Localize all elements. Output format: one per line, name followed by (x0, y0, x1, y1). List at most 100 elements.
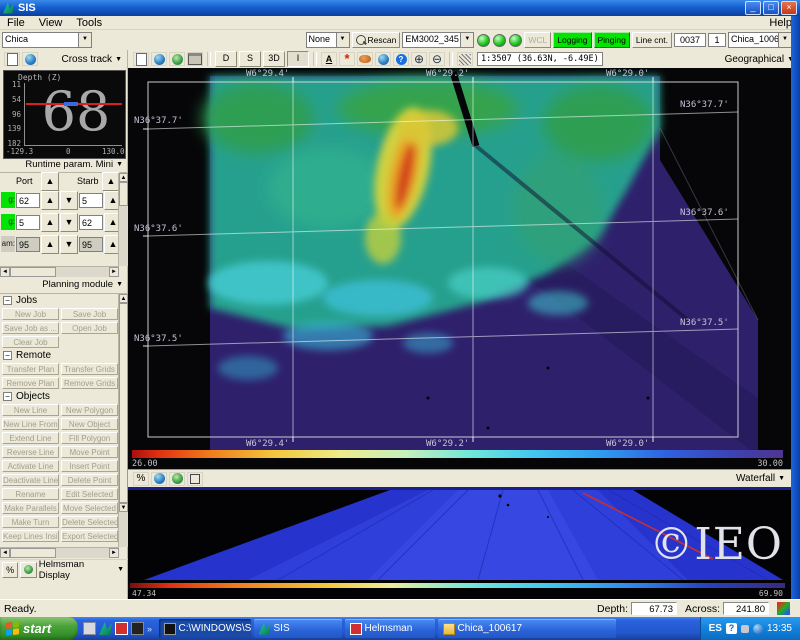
scroll-left-icon[interactable]: ◄ (0, 267, 10, 277)
planning-view-dropdown[interactable]: Planning module (42, 279, 123, 290)
language-indicator[interactable]: ES (709, 623, 722, 634)
transfer-grids-button[interactable]: Transfer Grids (61, 363, 118, 375)
collapse-icon[interactable] (3, 296, 12, 305)
sequence-field[interactable]: 1 (708, 33, 726, 47)
spinner-down-button[interactable] (60, 213, 78, 232)
runtime-horizontal-scrollbar[interactable]: ◄ ► (0, 266, 119, 277)
helmsman-shortcut-icon[interactable] (115, 622, 128, 635)
help-icon[interactable]: ? (393, 52, 409, 66)
rename-button[interactable]: Rename (2, 488, 59, 500)
spinner-up-button[interactable] (41, 172, 59, 191)
collapse-icon[interactable] (3, 351, 12, 360)
line-cnt-button[interactable]: Line cnt. (632, 32, 672, 48)
delete-selected-button[interactable]: Delete Selected (61, 516, 118, 528)
map-view-dropdown[interactable]: Geographical (725, 54, 796, 65)
activate-line-button[interactable]: Activate Line (2, 460, 59, 472)
new-object-button[interactable]: New Object (61, 418, 118, 430)
extend-line-button[interactable]: Extend Line (2, 432, 59, 444)
spinner-up-button[interactable] (41, 191, 59, 210)
starb-value-field[interactable]: 62 (79, 215, 103, 230)
save-job-as-button[interactable]: Save Job as ... (2, 322, 59, 334)
terrain-globe-icon[interactable] (169, 52, 185, 66)
help-tray-icon[interactable]: ? (726, 623, 737, 634)
new-line-button[interactable]: New Line (2, 404, 59, 416)
starb-value-field[interactable]: 95 (79, 237, 103, 252)
remove-plan-button[interactable]: Remove Plan (2, 377, 59, 389)
pu-combo[interactable]: None (306, 32, 350, 48)
helmsman-view-dropdown[interactable]: Helmsman Display (39, 559, 128, 581)
task-cmd-window[interactable]: C:\WINDOWS\Syste... (159, 619, 251, 638)
waterfall-view[interactable]: ©IEO 47.34 69.90 (128, 487, 791, 599)
geographical-map-view[interactable]: W6°29.4' W6°29.2' W6°29.0' W6°29.4' W6°2… (128, 68, 791, 469)
export-selected-button[interactable]: Export Selected (61, 530, 118, 542)
insert-point-button[interactable]: Insert Point (61, 460, 118, 472)
transfer-plan-button[interactable]: Transfer Plan (2, 363, 59, 375)
menu-view[interactable]: View (32, 17, 70, 29)
close-button[interactable]: × (781, 1, 797, 15)
network-tray-icon[interactable] (753, 624, 763, 634)
collapse-icon[interactable] (3, 392, 12, 401)
pinging-button[interactable]: Pinging (594, 32, 630, 48)
cmd-shortcut-icon[interactable] (131, 622, 144, 635)
clear-job-button[interactable]: Clear Job (2, 336, 59, 348)
reverse-line-button[interactable]: Reverse Line (2, 446, 59, 458)
hatch-pattern-icon[interactable] (457, 52, 473, 66)
zoom-in-icon[interactable]: ⊕ (411, 52, 427, 66)
fill-polygon-button[interactable]: Fill Polygon (61, 432, 118, 444)
new-job-button[interactable]: New Job (2, 308, 59, 320)
display-s-button[interactable]: S (239, 51, 261, 67)
sun-icon[interactable]: * (339, 52, 355, 66)
survey-combo[interactable]: Chica (2, 32, 92, 48)
scale-percent-icon[interactable]: % (133, 472, 149, 486)
panel-view-dropdown[interactable]: Cross track (62, 54, 125, 65)
deactivate-line-button[interactable]: Deactivate Line (2, 474, 59, 486)
chevron-down-icon[interactable] (460, 33, 473, 47)
logging-button[interactable]: Logging (553, 32, 591, 48)
scroll-up-icon[interactable] (119, 294, 128, 303)
display-3d-button[interactable]: 3D (263, 51, 285, 67)
status-ball-1-icon[interactable] (477, 34, 490, 47)
scale-position-field[interactable]: 1:3507 (36.63N, -6.49E) (477, 52, 603, 66)
menu-tools[interactable]: Tools (69, 17, 109, 29)
survey-ruler-icon[interactable]: A (321, 52, 337, 66)
sis-shortcut-icon[interactable] (99, 622, 112, 635)
waterfall-view-dropdown[interactable]: Waterfall (736, 473, 787, 484)
new-line-from-button[interactable]: New Line From (2, 418, 59, 430)
status-ball-2-icon[interactable] (493, 34, 506, 47)
wcl-button[interactable]: WCL (524, 32, 551, 48)
earth-icon[interactable] (375, 52, 391, 66)
remote-section-header[interactable]: Remote (0, 349, 128, 362)
display-i-button[interactable]: I (287, 51, 309, 67)
tray-icon[interactable] (741, 625, 749, 633)
new-polygon-button[interactable]: New Polygon (61, 404, 118, 416)
scroll-right-icon[interactable]: ► (109, 267, 119, 277)
maximize-button[interactable]: □ (763, 1, 779, 15)
spinner-down-button[interactable] (60, 235, 78, 254)
remove-grids-button[interactable]: Remove Grids (61, 377, 118, 389)
port-value-field[interactable]: 62 (16, 193, 40, 208)
edit-selected-button[interactable]: Edit Selected (61, 488, 118, 500)
task-chica-folder[interactable]: Chica_100617 (438, 619, 616, 638)
expand-icon[interactable] (187, 472, 203, 486)
move-selected-button[interactable]: Move Selected (61, 502, 118, 514)
globe-icon[interactable] (151, 472, 167, 486)
print-icon[interactable] (187, 52, 203, 66)
delete-point-button[interactable]: Delete Point (61, 474, 118, 486)
globe-icon[interactable] (22, 52, 38, 66)
port-value-field[interactable]: 95 (16, 237, 40, 252)
runtime-view-dropdown[interactable]: Runtime param. Mini (25, 159, 123, 170)
move-point-button[interactable]: Move Point (61, 446, 118, 458)
planning-horizontal-scrollbar[interactable]: ◄ ► (0, 547, 119, 558)
new-page-icon[interactable] (133, 52, 149, 66)
status-ball-3-icon[interactable] (509, 34, 522, 47)
keep-lines-inside-button[interactable]: Keep Lines Inside (2, 530, 59, 542)
open-job-button[interactable]: Open Job (61, 322, 118, 334)
seafloor-icon[interactable] (357, 52, 373, 66)
terrain-globe-icon[interactable] (169, 472, 185, 486)
objects-section-header[interactable]: Objects (0, 390, 128, 403)
task-sis[interactable]: SIS (254, 619, 342, 638)
chevron-down-icon[interactable] (78, 33, 91, 47)
display-d-button[interactable]: D (215, 51, 237, 67)
globe-icon[interactable] (20, 562, 36, 578)
scroll-down-icon[interactable] (119, 503, 128, 512)
